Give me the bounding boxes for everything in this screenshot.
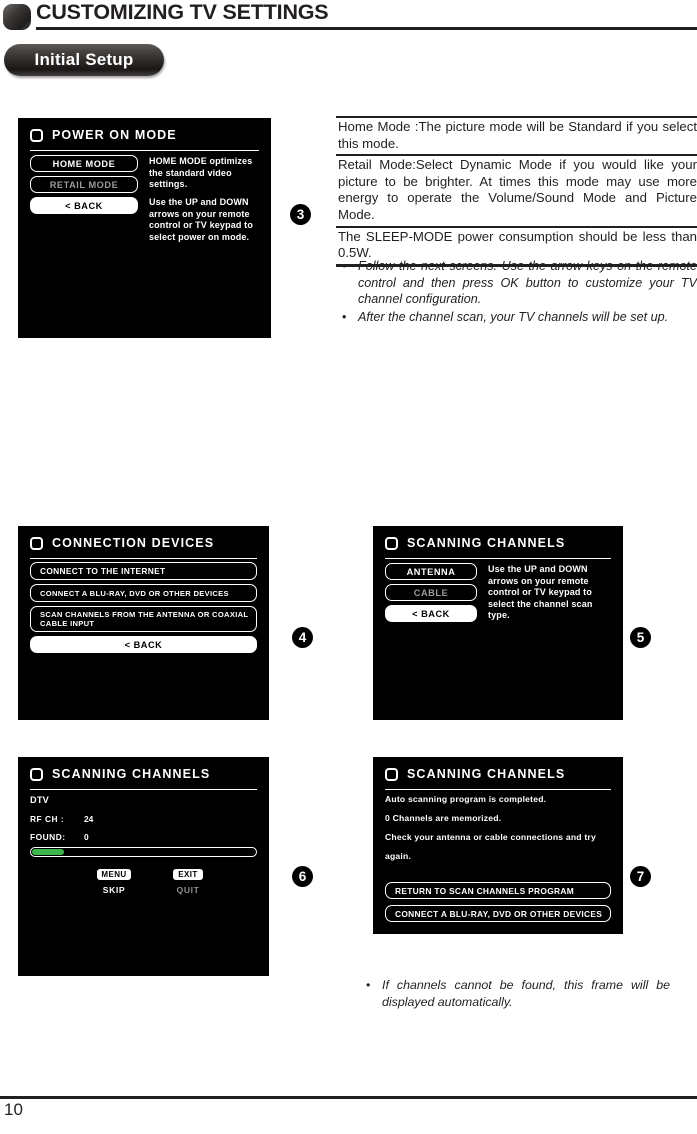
bullet-item: • After the channel scan, your TV channe… xyxy=(336,309,697,326)
found-label: FOUND: xyxy=(30,832,66,842)
square-outline-icon xyxy=(30,536,43,550)
button-back[interactable]: < BACK xyxy=(30,636,257,653)
panel-power-on-mode: POWER ON MODE HOME MODE RETAIL MODE < BA… xyxy=(18,118,271,338)
panel-scanning-progress: SCANNING CHANNELS DTV RF CH : 24 FOUND: … xyxy=(18,757,269,976)
square-outline-icon xyxy=(385,536,398,550)
panel-scanning-progress-header: SCANNING CHANNELS xyxy=(30,767,210,781)
step-marker-6: 6 xyxy=(292,866,313,887)
panel-divider xyxy=(30,558,257,559)
step-marker-3: 3 xyxy=(290,204,311,225)
step-marker-7: 7 xyxy=(630,866,651,887)
panel-connection-devices-header: CONNECTION DEVICES xyxy=(30,536,214,550)
panel-divider xyxy=(385,558,611,559)
panel-scanning-complete: SCANNING CHANNELS Auto scanning program … xyxy=(373,757,623,934)
key-caption-skip: SKIP xyxy=(102,885,126,895)
scan-progress-fill xyxy=(32,849,64,855)
button-connect-to-internet[interactable]: CONNECT TO THE INTERNET xyxy=(30,562,257,580)
button-return-to-scan-program[interactable]: RETURN TO SCAN CHANNELS PROGRAM xyxy=(385,882,611,899)
tab-initial-setup[interactable]: Initial Setup xyxy=(4,44,164,76)
panel-power-on-mode-title: POWER ON MODE xyxy=(52,128,177,142)
panel-connection-devices: CONNECTION DEVICES CONNECT TO THE INTERN… xyxy=(18,526,269,720)
scan-complete-line-3: Check your antenna or cable connections … xyxy=(385,832,596,842)
help-home-mode: HOME MODE optimizes the standard video s… xyxy=(149,156,253,189)
footer-divider xyxy=(0,1096,697,1099)
step-marker-5: 5 xyxy=(630,627,651,648)
bullet-text: If channels cannot be found, this frame … xyxy=(382,978,670,1009)
button-connect-bluray-dvd[interactable]: CONNECT A BLU-RAY, DVD OR OTHER DEVICES xyxy=(385,905,611,922)
bullet-dot: • xyxy=(366,978,371,992)
bullet-text: Follow the next screens. Use the arrow k… xyxy=(358,259,697,306)
bullet-item: • If channels cannot be found, this fram… xyxy=(360,977,670,1010)
button-antenna[interactable]: ANTENNA xyxy=(385,563,477,580)
button-cable[interactable]: CABLE xyxy=(385,584,477,601)
tab-initial-setup-label: Initial Setup xyxy=(34,50,134,69)
bullet-text: After the channel scan, your TV channels… xyxy=(358,309,669,324)
button-home-mode[interactable]: HOME MODE xyxy=(30,155,138,172)
panel-power-on-mode-header: POWER ON MODE xyxy=(30,128,177,142)
key-chip-exit[interactable]: EXIT xyxy=(173,869,203,880)
panel-scanning-channels-type: SCANNING CHANNELS ANTENNA CABLE < BACK U… xyxy=(373,526,623,720)
page-number: 10 xyxy=(4,1100,23,1119)
key-caption-quit: QUIT xyxy=(176,885,200,895)
info-row-retail-mode: Retail Mode:Select Dynamic Mode if you w… xyxy=(338,157,697,222)
bullet-list-top: • Follow the next screens. Use the arrow… xyxy=(336,258,697,326)
panel-scanning-progress-title: SCANNING CHANNELS xyxy=(52,767,211,781)
panel-scanning-complete-title: SCANNING CHANNELS xyxy=(407,767,566,781)
scan-source-label: DTV xyxy=(30,795,49,805)
rf-channel-value: 24 xyxy=(84,814,94,824)
bullet-item: • Follow the next screens. Use the arrow… xyxy=(336,258,697,308)
help-navigation: Use the UP and DOWN arrows on your remot… xyxy=(149,197,253,242)
header-divider xyxy=(36,27,697,30)
scan-complete-line-1: Auto scanning program is completed. xyxy=(385,794,547,804)
help-scan-type: Use the UP and DOWN arrows on your remot… xyxy=(488,564,593,620)
found-value: 0 xyxy=(84,832,89,842)
bullet-list-bottom: • If channels cannot be found, this fram… xyxy=(360,977,670,1011)
button-connect-bluray-dvd[interactable]: CONNECT A BLU-RAY, DVD OR OTHER DEVICES xyxy=(30,584,257,602)
info-table: Home Mode :The picture mode will be Stan… xyxy=(336,116,697,267)
square-outline-icon xyxy=(385,767,398,781)
square-outline-icon xyxy=(30,128,43,142)
info-row-home-mode: Home Mode :The picture mode will be Stan… xyxy=(338,119,697,151)
panel-divider xyxy=(30,789,257,790)
button-back[interactable]: < BACK xyxy=(385,605,477,622)
button-retail-mode[interactable]: RETAIL MODE xyxy=(30,176,138,193)
panel-divider xyxy=(30,150,259,151)
scan-complete-line-2: 0 Channels are memorized. xyxy=(385,813,502,823)
page-title: CUSTOMIZING TV SETTINGS xyxy=(36,0,329,24)
page-header: CUSTOMIZING TV SETTINGS xyxy=(0,0,697,34)
panel-scanning-complete-header: SCANNING CHANNELS xyxy=(385,767,565,781)
button-back[interactable]: < BACK xyxy=(30,197,138,214)
key-chip-menu[interactable]: MENU xyxy=(97,869,131,880)
button-scan-channels-antenna[interactable]: SCAN CHANNELS FROM THE ANTENNA OR COAXIA… xyxy=(30,606,257,632)
panel-scanning-channels-type-header: SCANNING CHANNELS xyxy=(385,536,565,550)
step-marker-4: 4 xyxy=(292,627,313,648)
scan-complete-line-4: again. xyxy=(385,851,412,861)
bullet-dot: • xyxy=(342,309,347,324)
panel-connection-devices-title: CONNECTION DEVICES xyxy=(52,536,215,550)
panel-divider xyxy=(385,789,611,790)
scan-progress-bar xyxy=(30,847,257,857)
rf-channel-label: RF CH : xyxy=(30,814,65,824)
bullet-dot: • xyxy=(342,259,347,273)
square-outline-icon xyxy=(30,767,43,781)
rounded-square-icon xyxy=(3,4,31,30)
panel-scanning-channels-type-title: SCANNING CHANNELS xyxy=(407,536,566,550)
